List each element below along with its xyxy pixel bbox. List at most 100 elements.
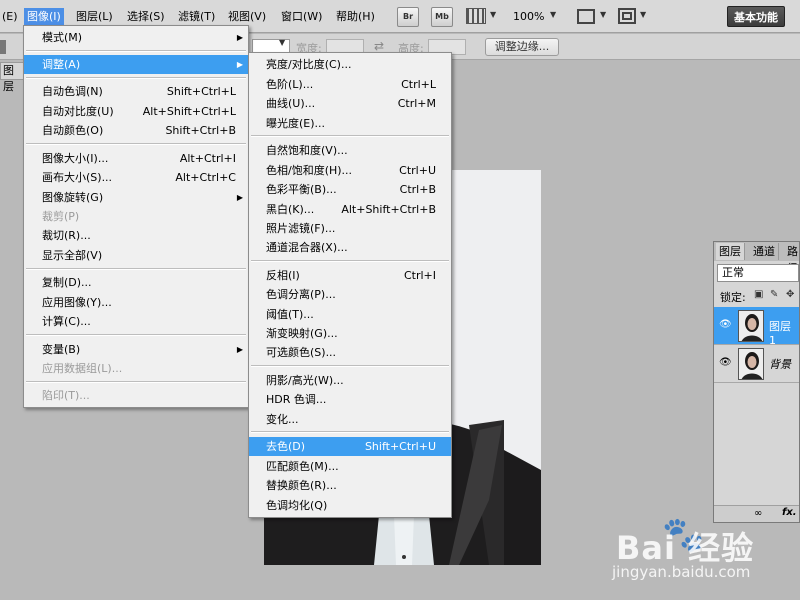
tool-preset-icon[interactable]	[0, 40, 6, 54]
menu-item-vibrance[interactable]: 自然饱和度(V)...	[249, 141, 451, 160]
menu-item-apply-image[interactable]: 应用图像(Y)...	[24, 293, 248, 312]
arrange-documents-icon[interactable]	[577, 9, 595, 24]
menu-shortcut: Alt+Shift+Ctrl+L	[142, 105, 236, 118]
menu-item-calculations[interactable]: 计算(C)...	[24, 312, 248, 331]
menu-item-variations[interactable]: 变化...	[249, 410, 451, 429]
menu-edit[interactable]: (E)	[0, 8, 21, 26]
menu-item-curves[interactable]: 曲线(U)... Ctrl+M	[249, 94, 451, 113]
menu-item-label: 自然饱和度(V)...	[266, 144, 348, 157]
menu-item-reveal-all[interactable]: 显示全部(V)	[24, 246, 248, 265]
menu-item-label: 亮度/对比度(C)...	[266, 58, 352, 71]
chevron-down-icon[interactable]: ▼	[279, 38, 285, 47]
layer-row[interactable]: 👁 图层 1	[714, 307, 799, 347]
menu-filter[interactable]: 滤镜(T)	[175, 8, 218, 26]
menu-item-color-balance[interactable]: 色彩平衡(B)... Ctrl+B	[249, 180, 451, 199]
chevron-down-icon[interactable]: ▼	[490, 10, 496, 19]
menu-item-posterize[interactable]: 色调分离(P)...	[249, 285, 451, 304]
menu-item-label: 变量(B)	[42, 343, 81, 356]
submenu-arrow-icon: ▶	[236, 33, 243, 42]
menu-item-photo-filter[interactable]: 照片滤镜(F)...	[249, 219, 451, 238]
screen-mode-icon[interactable]	[618, 8, 636, 24]
swap-icon[interactable]: ⇄	[374, 39, 384, 53]
layer-row[interactable]: 👁 背景	[714, 345, 799, 383]
menu-item-mode[interactable]: 模式(M) ▶	[24, 28, 248, 47]
menu-view[interactable]: 视图(V)	[225, 8, 269, 26]
menu-item-duplicate[interactable]: 复制(D)...	[24, 273, 248, 292]
lock-transparent-icon[interactable]: ▣	[754, 289, 763, 300]
menu-item-label: 色调分离(P)...	[266, 288, 336, 301]
menu-item-variables[interactable]: 变量(B) ▶	[24, 340, 248, 359]
menu-help[interactable]: 帮助(H)	[333, 8, 378, 26]
menu-item-label: 应用数据组(L)...	[42, 362, 123, 375]
menu-shortcut: Ctrl+I	[403, 269, 436, 282]
document-tab[interactable]: 图层	[0, 62, 24, 93]
watermark: 🐾 Bai 经验 jingyan.baidu.com	[610, 515, 800, 595]
menu-item-label: HDR 色调...	[266, 393, 327, 406]
menu-item-auto-color[interactable]: 自动颜色(O) Shift+Ctrl+B	[24, 121, 248, 140]
menu-item-channel-mixer[interactable]: 通道混合器(X)...	[249, 238, 451, 257]
menu-window[interactable]: 窗口(W)	[278, 8, 325, 26]
lock-position-icon[interactable]: ✥	[786, 289, 794, 300]
menu-item-invert[interactable]: 反相(I) Ctrl+I	[249, 266, 451, 285]
menu-item-auto-tone[interactable]: 自动色调(N) Shift+Ctrl+L	[24, 82, 248, 101]
lock-label: 锁定:	[720, 291, 746, 304]
blend-mode-select[interactable]: 正常	[717, 264, 799, 282]
menu-item-canvas-size[interactable]: 画布大小(S)... Alt+Ctrl+C	[24, 168, 248, 187]
menu-item-label: 黑白(K)...	[266, 203, 315, 216]
eye-icon[interactable]: 👁	[719, 357, 732, 368]
menu-item-label: 色彩平衡(B)...	[266, 183, 337, 196]
menu-item-adjustments[interactable]: 调整(A) ▶	[24, 55, 248, 74]
tab-channels[interactable]: 通道	[750, 243, 779, 260]
menu-separator	[26, 334, 246, 336]
menu-item-label: 替换颜色(R)...	[266, 479, 337, 492]
menu-item-hue-saturation[interactable]: 色相/饱和度(H)... Ctrl+U	[249, 161, 451, 180]
menu-shortcut: Ctrl+M	[397, 97, 436, 110]
eye-icon[interactable]: 👁	[719, 319, 732, 330]
menu-item-label: 变化...	[266, 413, 299, 426]
bridge-button[interactable]: Br	[397, 7, 419, 27]
menu-item-label: 复制(D)...	[42, 276, 92, 289]
lock-paint-icon[interactable]: ✎	[770, 289, 778, 300]
menu-item-shadows-highlights[interactable]: 阴影/高光(W)...	[249, 371, 451, 390]
menu-layer[interactable]: 图层(L)	[73, 8, 116, 26]
menu-item-brightness-contrast[interactable]: 亮度/对比度(C)...	[249, 55, 451, 74]
refine-edge-button[interactable]: 调整边缘...	[485, 38, 559, 56]
chevron-down-icon[interactable]: ▼	[640, 10, 646, 19]
menu-shortcut: Ctrl+L	[401, 78, 436, 91]
tab-layers[interactable]: 图层	[716, 243, 745, 260]
tab-paths[interactable]: 路径	[784, 243, 800, 275]
menu-item-label: 应用图像(Y)...	[42, 296, 112, 309]
menu-image[interactable]: 图像(I)	[24, 8, 64, 26]
view-extras-icon[interactable]	[466, 8, 486, 24]
mini-bridge-button[interactable]: Mb	[431, 7, 453, 27]
menu-item-match-color[interactable]: 匹配颜色(M)...	[249, 457, 451, 476]
panel-tabs: 图层 通道 路径	[714, 242, 800, 275]
menu-item-image-size[interactable]: 图像大小(I)... Alt+Ctrl+I	[24, 149, 248, 168]
menu-item-equalize[interactable]: 色调均化(Q)	[249, 496, 451, 515]
adjustments-submenu: 亮度/对比度(C)... 色阶(L)... Ctrl+L 曲线(U)... Ctrl…	[248, 52, 452, 518]
layer-name[interactable]: 背景	[769, 356, 791, 372]
menu-item-desaturate[interactable]: 去色(D) Shift+Ctrl+U	[249, 437, 451, 456]
menu-item-trim[interactable]: 裁切(R)...	[24, 226, 248, 245]
menu-item-hdr-toning[interactable]: HDR 色调...	[249, 390, 451, 409]
chevron-down-icon[interactable]: ▼	[600, 10, 606, 19]
menu-item-label: 色调均化(Q)	[266, 499, 328, 512]
menu-select[interactable]: 选择(S)	[124, 8, 168, 26]
menu-item-label: 显示全部(V)	[42, 249, 103, 262]
menu-item-exposure[interactable]: 曝光度(E)...	[249, 114, 451, 133]
menu-item-gradient-map[interactable]: 渐变映射(G)...	[249, 324, 451, 343]
menu-item-auto-contrast[interactable]: 自动对比度(U) Alt+Shift+Ctrl+L	[24, 102, 248, 121]
zoom-level[interactable]: 100%	[513, 8, 544, 26]
chevron-down-icon[interactable]: ▼	[550, 10, 556, 19]
menu-item-levels[interactable]: 色阶(L)... Ctrl+L	[249, 75, 451, 94]
menu-item-image-rotation[interactable]: 图像旋转(G) ▶	[24, 188, 248, 207]
menu-item-label: 阈值(T)...	[266, 308, 314, 321]
menu-item-label: 匹配颜色(M)...	[266, 460, 339, 473]
menu-item-black-white[interactable]: 黑白(K)... Alt+Shift+Ctrl+B	[249, 200, 451, 219]
menu-separator	[26, 268, 246, 270]
workspace-button[interactable]: 基本功能	[727, 6, 785, 27]
menu-item-selective-color[interactable]: 可选颜色(S)...	[249, 343, 451, 362]
menu-item-replace-color[interactable]: 替换颜色(R)...	[249, 476, 451, 495]
layer-name[interactable]: 图层 1	[769, 318, 799, 347]
menu-item-threshold[interactable]: 阈值(T)...	[249, 305, 451, 324]
